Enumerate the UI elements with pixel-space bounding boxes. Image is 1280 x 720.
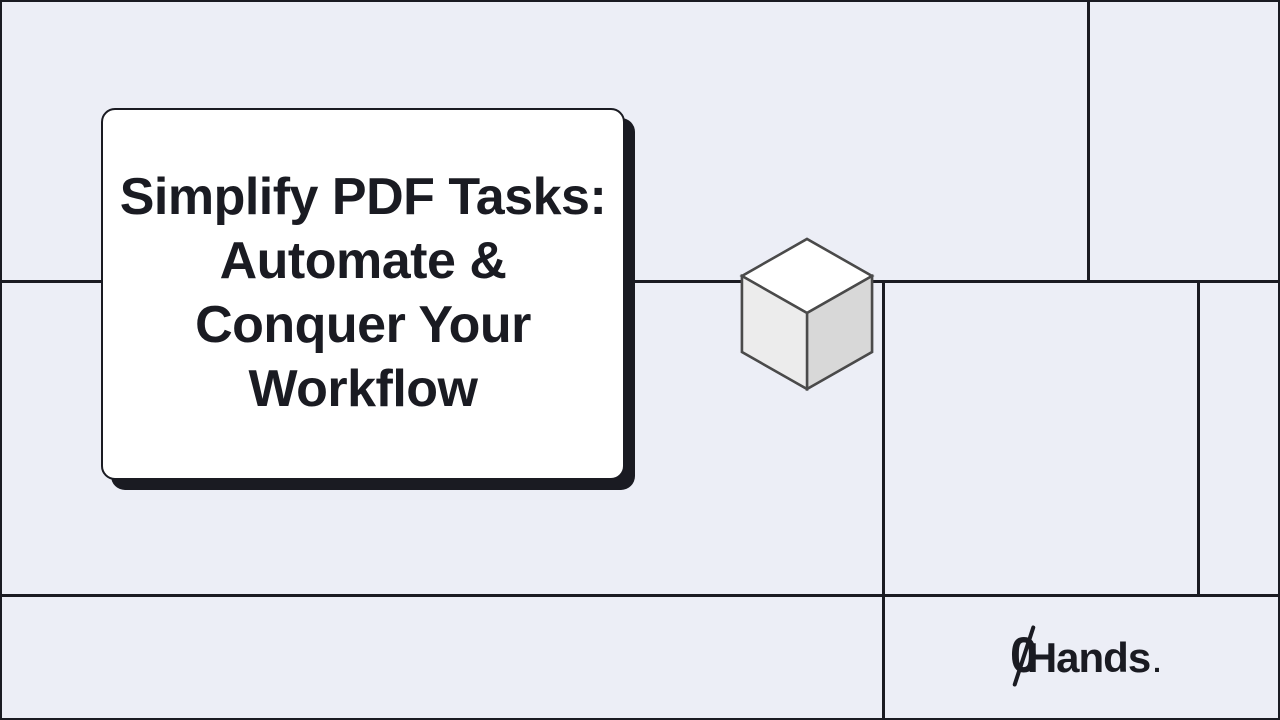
title-card: Simplify PDF Tasks: Automate & Conquer Y… (101, 108, 625, 480)
cube-icon (732, 234, 882, 404)
grid-line-horizontal-2 (2, 594, 1278, 597)
grid-line-vertical-3 (1197, 280, 1200, 596)
brand-dot: . (1153, 647, 1161, 679)
brand-text: Hands (1027, 634, 1150, 682)
brand-logo: 0 Hands . (1010, 630, 1161, 682)
grid-line-vertical-1 (882, 280, 885, 720)
canvas: Simplify PDF Tasks: Automate & Conquer Y… (0, 0, 1280, 720)
page-title: Simplify PDF Tasks: Automate & Conquer Y… (119, 166, 607, 422)
brand-zero: 0 (1010, 630, 1038, 680)
grid-line-vertical-2 (1087, 2, 1090, 280)
